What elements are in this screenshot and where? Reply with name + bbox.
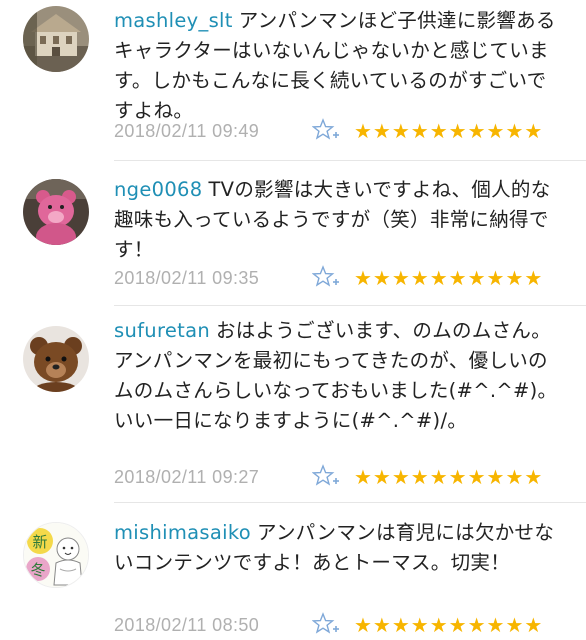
comment-body: sufuretan おはようございます、のムのムさん。アンパンマンを最初にもってき… (114, 316, 564, 436)
comment-body: nge0068 TVの影響は大きいですよね、個人的な趣味も入っているようですが（笑… (114, 175, 564, 265)
comment-username[interactable]: mashley_slt (114, 9, 233, 32)
comment-item: sufuretan おはようございます、のムのムさん。アンパンマンを最初にもってき… (0, 306, 586, 503)
comment-meta: 2018/02/11 09:27 ★★★★★★★★★★ (114, 463, 560, 491)
teddy-bear-avatar-icon (23, 326, 89, 392)
star-rating[interactable]: ★★★★★★★★★★ (354, 117, 543, 145)
comment-item: 新 冬 mishimasaiko アンパンマンは育児には欠かせないコンテンツですよ… (0, 503, 586, 640)
star-rating[interactable]: ★★★★★★★★★★ (354, 264, 543, 292)
add-star-icon[interactable] (312, 612, 340, 636)
comment-timestamp: 2018/02/11 09:27 (114, 467, 260, 487)
comment-meta: 2018/02/11 09:49 ★★★★★★★★★★ (114, 117, 560, 145)
add-star-icon[interactable] (312, 464, 340, 488)
comment-body: mishimasaiko アンパンマンは育児には欠かせないコンテンツですよ！あとト… (114, 518, 564, 578)
comment-meta: 2018/02/11 09:35 ★★★★★★★★★★ (114, 264, 560, 292)
comment-body: mashley_slt アンパンマンほど子供達に影響あるキャラクターはいないんじゃ… (114, 6, 564, 126)
new-winter-baby-avatar-icon: 新 冬 (24, 523, 88, 587)
star-rating[interactable]: ★★★★★★★★★★ (354, 463, 543, 491)
avatar-label-2: 冬 (30, 561, 45, 579)
avatar-label-1: 新 (32, 533, 47, 551)
comment-timestamp: 2018/02/11 09:49 (114, 121, 260, 141)
comment-item: mashley_slt アンパンマンほど子供達に影響あるキャラクターはいないんじゃ… (0, 0, 586, 161)
comment-timestamp: 2018/02/11 09:35 (114, 268, 260, 288)
add-star-icon[interactable] (312, 265, 340, 289)
pink-bear-avatar-icon (23, 179, 89, 245)
avatar[interactable] (23, 6, 89, 72)
comment-item: nge0068 TVの影響は大きいですよね、個人的な趣味も入っているようですが（笑… (0, 161, 586, 306)
avatar[interactable] (23, 326, 89, 392)
add-star-icon[interactable] (312, 118, 340, 142)
comment-username[interactable]: mishimasaiko (114, 521, 251, 544)
comment-meta: 2018/02/11 08:50 ★★★★★★★★★★ (114, 611, 560, 639)
comment-username[interactable]: sufuretan (114, 319, 210, 342)
star-rating[interactable]: ★★★★★★★★★★ (354, 611, 543, 639)
house-avatar-icon (23, 6, 89, 72)
comment-username[interactable]: nge0068 (114, 178, 202, 201)
avatar[interactable]: 新 冬 (23, 522, 89, 588)
avatar[interactable] (23, 179, 89, 245)
comment-timestamp: 2018/02/11 08:50 (114, 615, 260, 635)
